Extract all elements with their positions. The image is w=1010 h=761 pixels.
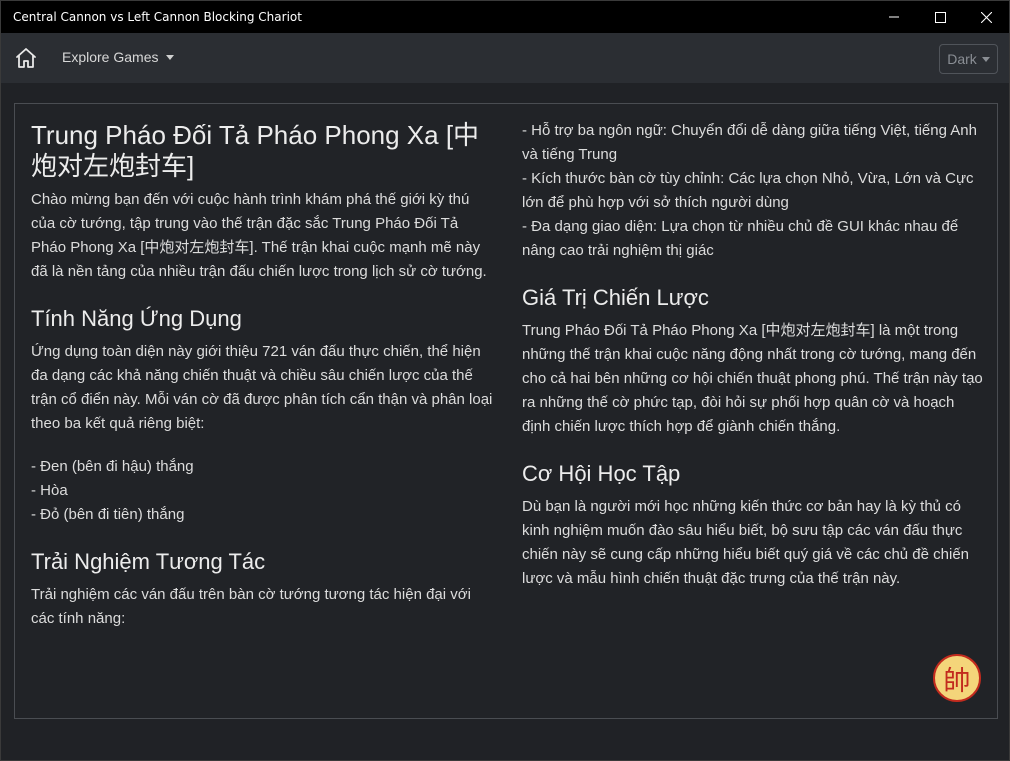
list-item: - Hòa bbox=[31, 482, 68, 499]
strategy-heading: Giá Trị Chiến Lược bbox=[522, 285, 709, 310]
learning-heading: Cơ Hội Học Tập bbox=[522, 461, 681, 486]
results-list: - Đen (bên đi hậu) thắng - Hòa - Đỏ (bên… bbox=[31, 455, 493, 527]
interactive-features-list: - Hỗ trợ ba ngôn ngữ: Chuyển đổi dễ dàng… bbox=[522, 119, 984, 263]
minimize-button[interactable] bbox=[871, 1, 917, 33]
home-icon[interactable] bbox=[14, 46, 38, 70]
interactive-heading: Trải Nghiệm Tương Tác bbox=[31, 549, 266, 574]
general-piece-icon: 帥 bbox=[933, 654, 981, 702]
features-heading: Tính Năng Ứng Dụng bbox=[31, 306, 242, 331]
list-item: - Đỏ (bên đi tiên) thắng bbox=[31, 506, 185, 523]
maximize-icon bbox=[934, 11, 946, 23]
list-item: - Hỗ trợ ba ngôn ngữ: Chuyển đổi dễ dàng… bbox=[522, 122, 977, 163]
right-column: - Hỗ trợ ba ngôn ngữ: Chuyển đổi dễ dàng… bbox=[522, 104, 984, 591]
title-bar: Central Cannon vs Left Cannon Blocking C… bbox=[1, 1, 1009, 33]
explore-games-menu[interactable]: Explore Games bbox=[62, 49, 175, 65]
close-icon bbox=[980, 11, 992, 23]
theme-label: Dark bbox=[947, 51, 977, 67]
chevron-down-icon bbox=[981, 57, 990, 62]
close-button[interactable] bbox=[963, 1, 1009, 33]
maximize-button[interactable] bbox=[917, 1, 963, 33]
window-title: Central Cannon vs Left Cannon Blocking C… bbox=[13, 10, 302, 24]
features-text: Ứng dụng toàn diện này giới thiệu 721 vá… bbox=[31, 343, 493, 432]
learning-text: Dù bạn là người mới học những kiến thức … bbox=[522, 498, 970, 587]
app-window: Central Cannon vs Left Cannon Blocking C… bbox=[0, 0, 1010, 761]
left-column: Trung Pháo Đối Tả Pháo Phong Xa [中炮对左炮封车… bbox=[31, 104, 493, 631]
explore-games-label: Explore Games bbox=[62, 49, 159, 65]
content-panel: Trung Pháo Đối Tả Pháo Phong Xa [中炮对左炮封车… bbox=[14, 103, 998, 719]
theme-dropdown[interactable]: Dark bbox=[939, 44, 998, 74]
navbar: Explore Games Dark bbox=[1, 33, 1009, 83]
intro-text: Chào mừng bạn đến với cuộc hành trình kh… bbox=[31, 191, 487, 280]
strategy-text: Trung Pháo Đối Tả Pháo Phong Xa [中炮对左炮封车… bbox=[522, 322, 983, 435]
minimize-icon bbox=[889, 16, 899, 18]
list-item: - Đen (bên đi hậu) thắng bbox=[31, 458, 194, 475]
chevron-down-icon bbox=[166, 55, 175, 60]
list-item: - Kích thước bàn cờ tùy chỉnh: Các lựa c… bbox=[522, 170, 974, 211]
list-item: - Đa dạng giao diện: Lựa chọn từ nhiều c… bbox=[522, 218, 959, 259]
page-title: Trung Pháo Đối Tả Pháo Phong Xa [中炮对左炮封车… bbox=[31, 120, 480, 181]
interactive-text: Trải nghiệm các ván đấu trên bàn cờ tướn… bbox=[31, 586, 471, 627]
